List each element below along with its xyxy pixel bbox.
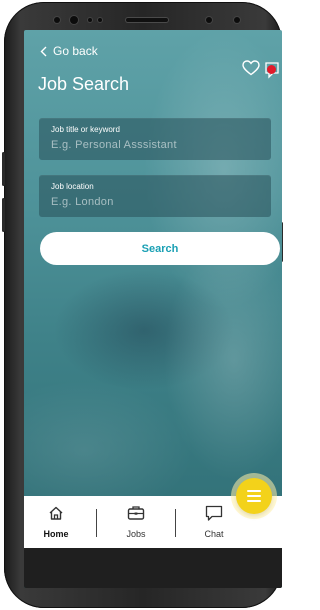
location-label: Job location bbox=[51, 182, 94, 191]
keyword-field: Job title or keyword bbox=[39, 118, 271, 160]
proximity-sensor bbox=[54, 17, 60, 23]
notification-badge bbox=[267, 65, 276, 74]
tab-home[interactable]: Home bbox=[26, 496, 86, 548]
tab-chat[interactable]: Chat bbox=[184, 496, 244, 548]
front-camera bbox=[70, 16, 78, 24]
chat-icon bbox=[205, 505, 223, 521]
iris-camera bbox=[234, 17, 240, 23]
search-button[interactable]: Search bbox=[40, 232, 280, 265]
iris-sensor bbox=[206, 17, 212, 23]
light-sensor-2 bbox=[98, 18, 102, 22]
menu-icon-line bbox=[247, 495, 261, 497]
tab-divider bbox=[96, 509, 97, 537]
tab-jobs-label: Jobs bbox=[126, 529, 146, 539]
menu-icon bbox=[247, 490, 261, 492]
home-icon bbox=[49, 506, 63, 520]
volume-button bbox=[2, 152, 5, 186]
location-field: Job location bbox=[39, 175, 271, 217]
location-input[interactable] bbox=[51, 194, 256, 210]
system-nav-bar bbox=[24, 548, 282, 588]
briefcase-icon bbox=[127, 506, 145, 520]
tab-jobs[interactable]: Jobs bbox=[106, 496, 166, 548]
go-back-label: Go back bbox=[53, 44, 98, 58]
tab-home-label: Home bbox=[43, 529, 69, 539]
go-back-link[interactable]: Go back bbox=[40, 44, 98, 58]
phone-frame: Go back Job Search Job title or keyword … bbox=[2, 2, 283, 608]
volume-button-lower bbox=[2, 198, 5, 232]
app-screen: Go back Job Search Job title or keyword … bbox=[24, 30, 282, 588]
chevron-left-icon bbox=[40, 46, 47, 56]
tab-chat-label: Chat bbox=[204, 529, 224, 539]
tab-divider bbox=[175, 509, 176, 537]
page-title: Job Search bbox=[38, 74, 130, 94]
keyword-input[interactable] bbox=[51, 137, 256, 153]
earpiece-speaker bbox=[126, 18, 168, 22]
phone-top-bezel bbox=[38, 10, 258, 30]
keyword-label: Job title or keyword bbox=[51, 125, 120, 134]
light-sensor bbox=[88, 18, 92, 22]
heart-icon[interactable] bbox=[242, 60, 260, 76]
menu-icon-line bbox=[247, 500, 261, 502]
menu-fab-button[interactable] bbox=[236, 478, 272, 514]
